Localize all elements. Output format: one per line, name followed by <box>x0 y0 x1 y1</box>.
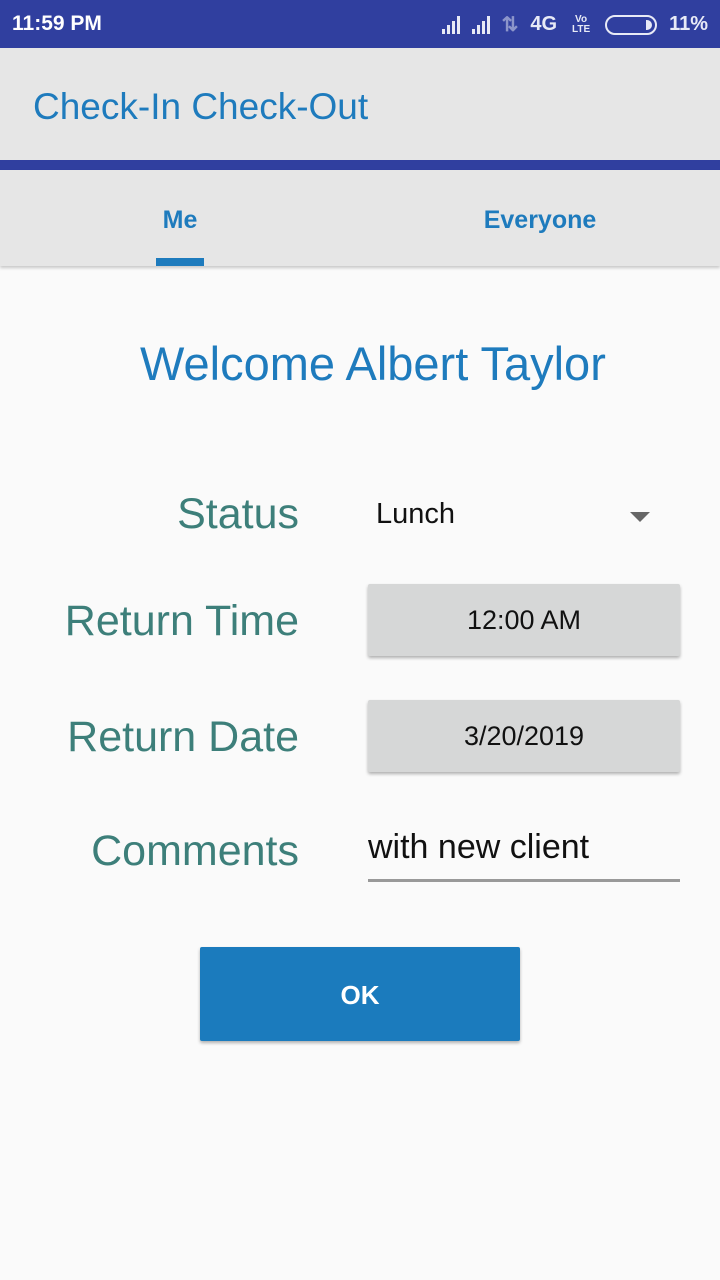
tab-bar: Me Everyone <box>0 170 720 266</box>
return-date-button[interactable]: 3/20/2019 <box>368 700 680 772</box>
status-value: Lunch <box>376 498 456 530</box>
tab-indicator <box>156 258 204 266</box>
return-date-label: Return Date <box>67 713 299 761</box>
signal-icon <box>441 15 460 34</box>
signal-icon-2 <box>471 15 490 34</box>
comments-input[interactable]: with new client <box>368 828 680 882</box>
return-time-button[interactable]: 12:00 AM <box>368 584 680 656</box>
app-bar-divider <box>0 160 720 170</box>
status-dropdown[interactable]: Lunch <box>376 498 666 542</box>
tab-everyone[interactable]: Everyone <box>360 170 720 266</box>
volte-icon: Vo LTE <box>571 13 591 35</box>
battery-percent: 11% <box>669 13 708 35</box>
welcome-heading: Welcome Albert Taylor <box>140 337 606 390</box>
clock: 11:59 PM <box>12 12 102 35</box>
app-title: Check-In Check-Out <box>33 86 369 127</box>
app-bar: Check-In Check-Out <box>0 48 720 160</box>
battery-icon <box>605 14 658 35</box>
network-type: 4G <box>530 13 558 35</box>
comments-label: Comments <box>91 827 299 875</box>
return-time-label: Return Time <box>64 597 299 645</box>
dropdown-arrow-icon <box>630 512 650 522</box>
tab-me[interactable]: Me <box>0 170 360 266</box>
status-label: Status <box>177 490 299 538</box>
data-activity-icon: ⇅ <box>501 14 519 36</box>
ok-button[interactable]: OK <box>200 947 520 1041</box>
status-bar: 11:59 PM ⇅ 4G Vo LTE 11% <box>0 0 720 48</box>
